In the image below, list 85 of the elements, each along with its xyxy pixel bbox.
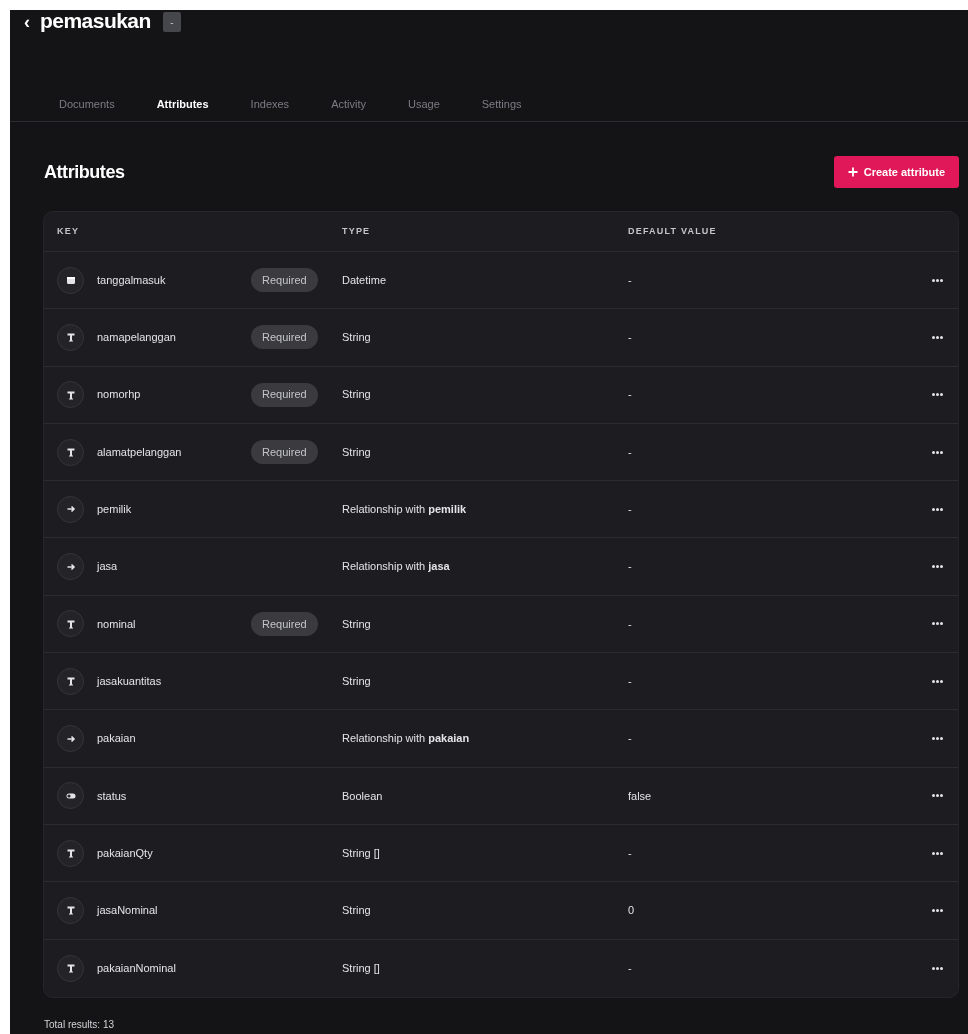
text-icon xyxy=(65,332,76,343)
back-button[interactable]: ‹ xyxy=(24,13,30,31)
calendar-icon xyxy=(65,275,76,286)
default-value: - xyxy=(628,387,633,403)
more-icon xyxy=(931,679,943,683)
attribute-type: String xyxy=(342,903,372,919)
attribute-type: Boolean xyxy=(342,788,384,804)
attribute-type: String xyxy=(342,673,372,689)
more-icon xyxy=(931,335,943,339)
more-icon xyxy=(931,622,943,626)
attribute-type: String xyxy=(342,330,372,346)
attribute-type: Relationship with pemilik xyxy=(342,502,468,518)
tab[interactable]: Attributes xyxy=(156,96,209,121)
more-icon xyxy=(931,908,943,912)
default-value: false xyxy=(628,788,653,804)
attribute-key: jasa xyxy=(97,558,251,575)
attribute-key: status xyxy=(97,787,251,805)
required-tag: Required xyxy=(251,325,318,350)
tab[interactable]: Indexes xyxy=(250,96,290,121)
more-icon xyxy=(931,278,943,282)
plus-icon xyxy=(847,167,858,177)
text-icon xyxy=(65,848,76,859)
default-value: - xyxy=(628,559,633,575)
tab[interactable]: Usage xyxy=(407,96,440,121)
attribute-key: jasakuantitas xyxy=(97,672,251,690)
page-title: pemasukan xyxy=(40,9,151,31)
attribute-type: String [] xyxy=(342,845,381,861)
section-title: Attributes xyxy=(44,160,125,184)
more-icon xyxy=(931,851,943,855)
attribute-key: tanggalmasuk xyxy=(97,271,251,289)
required-tag: Required xyxy=(251,611,318,636)
more-icon xyxy=(931,737,943,740)
default-value: - xyxy=(628,731,633,747)
default-value: - xyxy=(628,444,633,460)
text-icon xyxy=(65,618,76,629)
required-tag: Required xyxy=(251,268,318,293)
default-value: - xyxy=(628,673,633,689)
attribute-type: Relationship with pakaian xyxy=(342,731,471,747)
default-value: - xyxy=(628,960,633,976)
id-chip[interactable]: - xyxy=(162,12,181,32)
more-icon xyxy=(931,966,943,970)
tab[interactable]: Settings xyxy=(481,96,522,121)
default-value: - xyxy=(628,272,633,288)
column-header: KEY xyxy=(56,224,81,238)
attribute-key: nominal xyxy=(97,615,251,633)
attribute-type: String [] xyxy=(342,960,381,976)
attribute-key: nomorhp xyxy=(97,386,251,403)
default-value: - xyxy=(628,330,633,346)
required-tag: Required xyxy=(251,440,318,465)
attribute-key: alamatpelanggan xyxy=(97,443,251,461)
default-value: - xyxy=(628,845,633,861)
default-value: - xyxy=(628,502,633,518)
more-icon xyxy=(931,393,943,397)
attribute-type: String xyxy=(342,387,372,403)
attribute-type: Relationship with jasa xyxy=(342,559,451,575)
default-value: - xyxy=(628,616,633,632)
more-icon xyxy=(931,565,943,569)
text-icon xyxy=(65,389,76,400)
more-icon xyxy=(931,450,943,454)
more-icon xyxy=(931,794,943,798)
default-value: 0 xyxy=(628,903,636,919)
tab[interactable]: Documents xyxy=(59,96,115,121)
column-header: DEFAULT VALUE xyxy=(628,224,717,238)
column-header: TYPE xyxy=(342,224,372,238)
attribute-key: pakaianNominal xyxy=(97,959,251,977)
total-results: Total results: 13 xyxy=(44,1017,116,1032)
attribute-key: pemilik xyxy=(97,501,251,518)
attribute-key: namapelanggan xyxy=(97,329,251,346)
text-icon xyxy=(65,963,76,974)
attribute-key: jasaNominal xyxy=(97,902,251,919)
text-icon xyxy=(65,676,76,687)
arrow-right-icon xyxy=(65,504,76,515)
text-icon xyxy=(65,905,76,916)
text-icon xyxy=(65,447,76,458)
arrow-right-icon xyxy=(65,733,76,744)
attribute-key: pakaianQty xyxy=(97,844,251,862)
more-icon xyxy=(931,507,943,511)
tab[interactable]: Activity xyxy=(331,96,366,121)
attribute-type: String xyxy=(342,444,372,460)
attribute-key: pakaian xyxy=(97,730,251,747)
required-tag: Required xyxy=(251,382,318,407)
create-attribute-button[interactable]: Create attribute xyxy=(833,156,959,188)
attribute-type: Datetime xyxy=(342,272,388,288)
arrow-right-icon xyxy=(65,561,76,572)
attribute-type: String xyxy=(342,616,372,632)
